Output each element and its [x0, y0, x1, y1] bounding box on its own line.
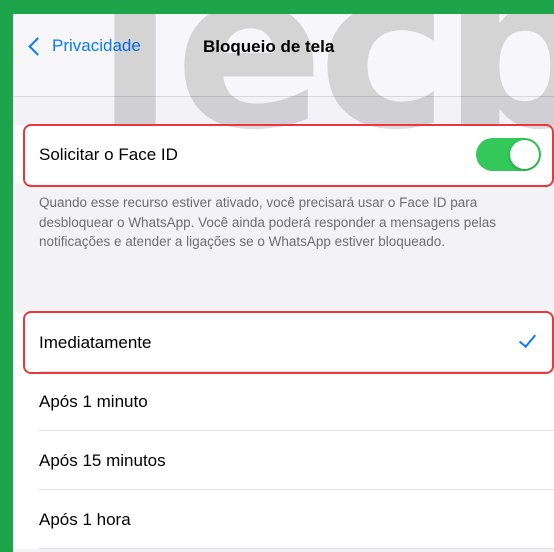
lock-options-group: Imediatamente Após 1 minuto Após 15 minu… [13, 313, 554, 549]
face-id-group: Solicitar o Face ID [13, 125, 554, 184]
face-id-label: Solicitar o Face ID [39, 144, 178, 164]
navigation-bar: Privacidade Bloqueio de tela [13, 0, 554, 97]
back-button-label: Privacidade [52, 36, 141, 55]
frame-top-border [0, 0, 554, 14]
toggle-knob [510, 140, 539, 169]
face-id-toggle[interactable] [476, 138, 541, 171]
checkmark-icon [518, 329, 537, 349]
screen: Privacidade Bloqueio de tela Solicitar o… [13, 0, 554, 552]
page-title: Bloqueio de tela [203, 37, 335, 56]
option-label: Após 15 minutos [39, 450, 166, 470]
option-immediately[interactable]: Imediatamente [13, 313, 554, 372]
option-label: Imediatamente [39, 332, 152, 352]
chevron-left-icon [28, 36, 47, 56]
option-label: Após 1 hora [39, 509, 131, 529]
option-label: Após 1 minuto [39, 391, 148, 411]
option-after-15-minutes[interactable]: Após 15 minutos [13, 431, 554, 490]
option-after-1-minute[interactable]: Após 1 minuto [13, 372, 554, 431]
back-button[interactable]: Privacidade [27, 36, 141, 56]
face-id-description: Quando esse recurso estiver ativado, voc… [39, 195, 497, 249]
face-id-row: Solicitar o Face ID [13, 125, 554, 184]
option-after-1-hour[interactable]: Após 1 hora [13, 490, 554, 549]
frame-left-border [0, 0, 13, 552]
